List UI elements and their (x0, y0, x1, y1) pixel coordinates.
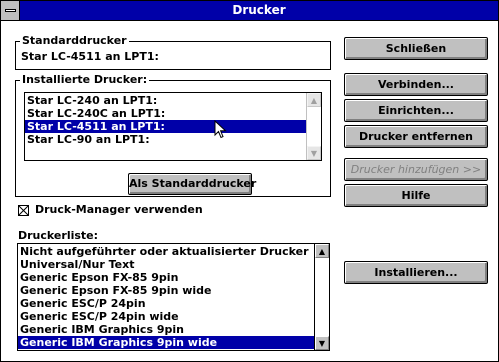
printer-list-item[interactable]: Nicht aufgeführter oder aktualisierter D… (18, 245, 314, 258)
set-default-printer-button[interactable]: Als Standarddrucker (128, 173, 256, 195)
printer-list-item[interactable]: Universal/Nur Text (18, 258, 314, 271)
printer-list-item[interactable]: Generic ESC/P 24pin (18, 297, 314, 310)
printer-list-item[interactable]: Generic IBM Graphics 9pin (18, 323, 314, 336)
arrow-up-icon[interactable]: ▲ (315, 244, 329, 258)
installed-printer-item[interactable]: Star LC-90 an LPT1: (25, 133, 306, 146)
installed-printer-item[interactable]: Star LC-240 an LPT1: (25, 94, 306, 107)
default-printer-value: Star LC-4511 an LPT1: (21, 50, 159, 63)
print-manager-checkbox[interactable] (18, 205, 29, 216)
printer-list-label: Druckerliste: (18, 229, 99, 242)
installed-printer-item[interactable]: Star LC-240C an LPT1: (25, 107, 306, 120)
arrow-down-icon[interactable]: ▼ (315, 336, 329, 350)
printer-list-scrollbar[interactable]: ▲ ▼ (314, 244, 329, 350)
system-menu-icon[interactable] (1, 1, 20, 20)
installed-printers-list[interactable]: Star LC-240 an LPT1: Star LC-240C an LPT1… (24, 92, 322, 161)
close-button[interactable]: Schließen (344, 37, 488, 60)
printer-list[interactable]: Nicht aufgeführter oder aktualisierter D… (17, 243, 330, 351)
arrow-down-icon[interactable]: ▼ (307, 146, 321, 160)
printer-list-item[interactable]: Generic ESC/P 24pin wide (18, 310, 314, 323)
help-button[interactable]: Hilfe (344, 184, 488, 207)
print-manager-label: Druck-Manager verwenden (35, 203, 203, 216)
installed-printer-item[interactable]: Star LC-4511 an LPT1: (25, 120, 306, 133)
x-check-icon (19, 206, 28, 215)
arrow-up-icon[interactable]: ▲ (307, 93, 321, 107)
remove-printer-button[interactable]: Drucker entfernen (344, 125, 488, 148)
printer-list-item[interactable]: Generic Epson FX-85 9pin wide (18, 284, 314, 297)
window-title: Drucker (232, 3, 286, 17)
add-printer-button[interactable]: Drucker hinzufügen >> (344, 158, 488, 181)
setup-button[interactable]: Einrichten... (344, 99, 488, 122)
default-printer-label: Standarddrucker (20, 34, 129, 48)
printer-list-item[interactable]: Generic IBM Graphics 9pin wide (18, 336, 314, 349)
mouse-pointer-icon (214, 120, 227, 139)
installed-printers-group: Installierte Drucker: Star LC-240 an LPT… (15, 73, 331, 197)
printers-dialog: Drucker Standarddrucker Star LC-4511 an … (0, 0, 499, 362)
default-printer-group: Standarddrucker Star LC-4511 an LPT1: (15, 34, 331, 70)
installed-scrollbar[interactable]: ▲ ▼ (306, 93, 321, 160)
install-button[interactable]: Installieren... (344, 261, 488, 284)
printer-list-item[interactable]: Generic Epson FX-85 9pin (18, 271, 314, 284)
title-bar[interactable]: Drucker (1, 1, 498, 21)
connect-button[interactable]: Verbinden... (344, 73, 488, 96)
installed-printers-label: Installierte Drucker: (20, 73, 150, 87)
